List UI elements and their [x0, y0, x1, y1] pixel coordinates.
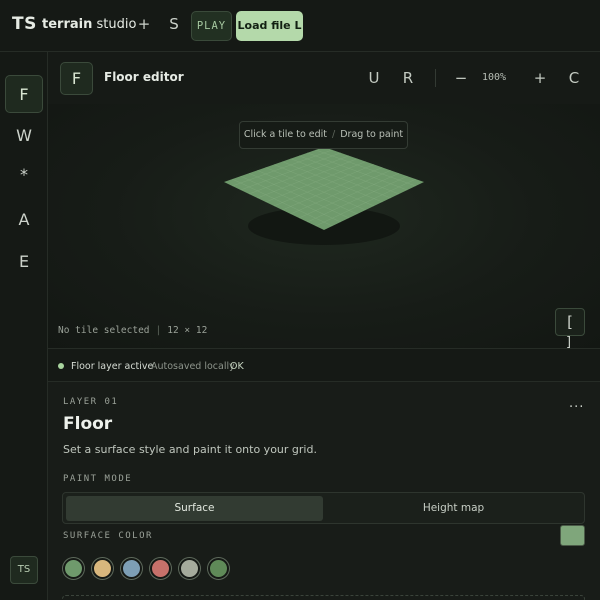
app-name-bold: terrain — [42, 17, 93, 32]
redo-button[interactable]: R — [400, 69, 416, 87]
rail-item-a[interactable]: A — [5, 201, 43, 239]
rail-item-star[interactable]: * — [5, 156, 43, 194]
tile-layer — [224, 147, 424, 230]
ok-status: OK — [230, 361, 244, 372]
layer-title: Floor — [63, 414, 113, 434]
play-button[interactable]: PLAY — [191, 11, 232, 41]
left-rail: F W * A E TS — [0, 52, 48, 600]
editor-badge: F — [60, 62, 93, 95]
zoom-out-button[interactable]: − — [453, 69, 469, 87]
layer-tag: LAYER 01 — [63, 397, 119, 407]
load-file-button[interactable]: Load file L — [236, 11, 303, 41]
hint-click: Click a tile to edit — [243, 129, 328, 140]
s-icon[interactable]: S — [166, 15, 182, 33]
color-swatch[interactable] — [63, 558, 84, 579]
app-name-rest: studio — [92, 17, 137, 32]
color-swatch[interactable] — [179, 558, 200, 579]
color-swatch[interactable] — [121, 558, 142, 579]
avatar[interactable]: TS — [10, 556, 38, 584]
center-button[interactable]: C — [566, 69, 582, 87]
canvas-status: No tile selected | 12 × 12 — [58, 325, 207, 336]
header-divider — [435, 69, 436, 87]
autosave-status: Autosaved locally — [151, 361, 235, 372]
color-swatch[interactable] — [92, 558, 113, 579]
surface-color-label: SURFACE COLOR — [63, 531, 153, 541]
layer-description: Set a surface style and paint it onto yo… — [63, 443, 317, 456]
canvas-hint: Click a tile to edit / Drag to paint — [239, 121, 408, 149]
paint-mode-height-map[interactable]: Height map — [325, 496, 582, 521]
bracket-close-glyph: ] — [566, 335, 572, 348]
dropzone[interactable] — [62, 595, 585, 600]
editor-title: Floor editor — [104, 70, 184, 84]
logo-mark: TS — [12, 14, 37, 34]
add-icon[interactable]: + — [136, 15, 152, 33]
color-swatch[interactable] — [150, 558, 171, 579]
top-bar: TS terrain studio + S PLAY Load file L — [0, 0, 600, 52]
selection-status: No tile selected — [58, 325, 150, 336]
bracket-button[interactable]: [ — [555, 308, 585, 336]
paint-mode-label: PAINT MODE — [63, 474, 133, 484]
zoom-level: 100% — [482, 72, 507, 83]
undo-button[interactable]: U — [366, 69, 382, 87]
rail-item-e[interactable]: E — [5, 243, 43, 281]
app-name: terrain studio — [42, 17, 136, 32]
layer-panel: LAYER 01 ... Floor Set a surface style a… — [48, 382, 600, 600]
color-swatch[interactable] — [208, 558, 229, 579]
paint-mode-surface[interactable]: Surface — [66, 496, 323, 521]
rail-item-walls[interactable]: W — [5, 117, 43, 155]
layer-active-status: Floor layer active — [71, 361, 154, 372]
hint-drag: Drag to paint — [340, 129, 404, 140]
floor-surface — [224, 147, 424, 230]
zoom-in-button[interactable]: + — [532, 69, 548, 87]
status-dot-icon — [58, 363, 64, 369]
paint-mode-toggle: Surface Height map — [62, 492, 585, 524]
grid-size: 12 × 12 — [167, 325, 208, 336]
editor-canvas[interactable]: Click a tile to edit / Drag to paint No ti… — [48, 104, 600, 348]
status-separator: | — [155, 325, 162, 336]
rail-item-floor[interactable]: F — [5, 75, 43, 113]
status-strip: Floor layer active Autosaved locally OK — [48, 348, 600, 382]
more-button[interactable]: ... — [569, 396, 584, 411]
editor-header: F Floor editor U R − 100% + C — [48, 52, 600, 104]
selected-color-preview[interactable] — [560, 525, 585, 546]
hint-separator: / — [332, 129, 336, 140]
